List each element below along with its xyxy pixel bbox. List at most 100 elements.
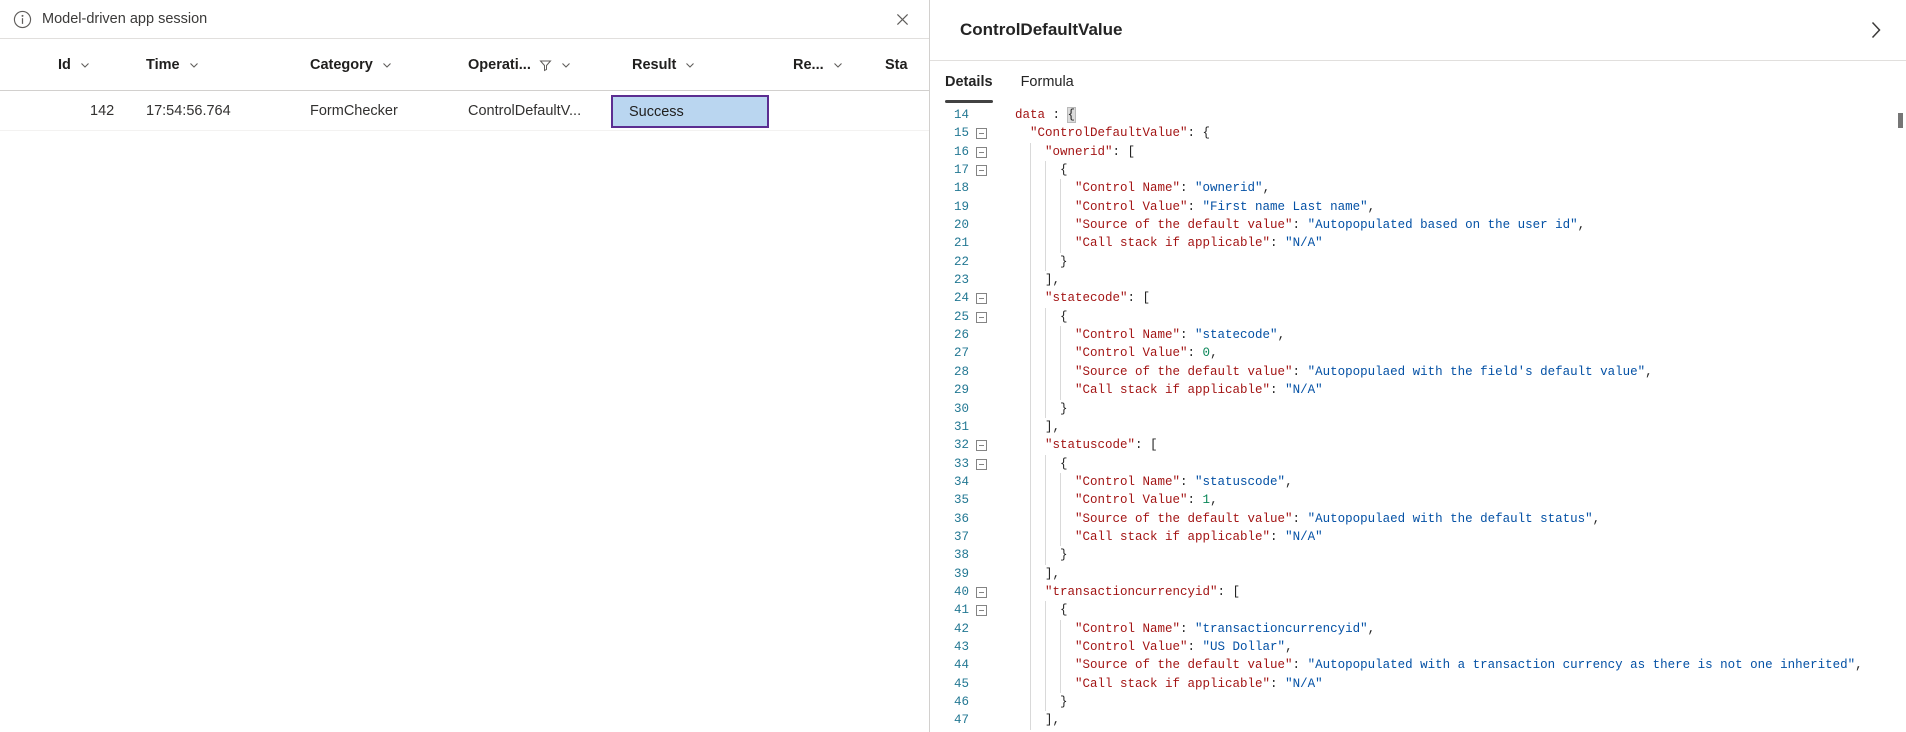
code-line: 31], — [930, 418, 1906, 436]
column-header-result[interactable]: Result — [632, 40, 696, 90]
code-text: } — [993, 400, 1068, 418]
line-number: 35 — [930, 491, 969, 509]
detail-tabs: Details Formula — [930, 61, 1906, 103]
fold-gutter — [969, 620, 993, 638]
cell-category[interactable]: FormChecker — [310, 92, 398, 130]
line-number: 23 — [930, 271, 969, 289]
code-text: "Control Value": "First name Last name", — [993, 198, 1375, 216]
code-line: 33{ — [930, 455, 1906, 473]
session-panel: Model-driven app session Id Time Categor… — [0, 0, 930, 732]
tab-label: Formula — [1021, 74, 1074, 90]
code-text: "Control Value": "US Dollar", — [993, 638, 1293, 656]
fold-gutter — [969, 161, 993, 179]
line-number: 43 — [930, 638, 969, 656]
collapse-icon[interactable] — [976, 605, 987, 616]
column-header-related[interactable]: Re... — [793, 40, 844, 90]
code-text: { — [993, 601, 1068, 619]
line-number: 30 — [930, 400, 969, 418]
collapse-icon[interactable] — [976, 440, 987, 451]
chevron-right-icon[interactable] — [1864, 18, 1888, 42]
close-icon[interactable] — [891, 8, 913, 30]
code-line: 23], — [930, 271, 1906, 289]
column-label: Time — [146, 57, 180, 73]
code-text: "statecode": [ — [993, 289, 1150, 307]
detail-header: ControlDefaultValue — [930, 0, 1906, 61]
code-text: "statuscode": [ — [993, 436, 1158, 454]
fold-gutter — [969, 638, 993, 656]
line-number: 39 — [930, 565, 969, 583]
code-text: ], — [993, 271, 1060, 289]
fold-gutter — [969, 179, 993, 197]
cell-id[interactable]: 142 — [90, 92, 114, 130]
code-line: 42"Control Name": "transactioncurrencyid… — [930, 620, 1906, 638]
column-label: Re... — [793, 57, 824, 73]
line-number: 16 — [930, 143, 969, 161]
line-number: 27 — [930, 344, 969, 362]
line-number: 31 — [930, 418, 969, 436]
collapse-icon[interactable] — [976, 147, 987, 158]
code-text: data : { — [993, 106, 1075, 124]
chevron-down-icon — [79, 59, 91, 71]
line-number: 28 — [930, 363, 969, 381]
code-text: "Control Name": "ownerid", — [993, 179, 1270, 197]
collapse-icon[interactable] — [976, 293, 987, 304]
info-icon[interactable] — [13, 10, 32, 29]
column-header-category[interactable]: Category — [310, 40, 393, 90]
code-line: 15"ControlDefaultValue": { — [930, 124, 1906, 142]
line-number: 26 — [930, 326, 969, 344]
line-number: 38 — [930, 546, 969, 564]
line-number: 40 — [930, 583, 969, 601]
cell-operation[interactable]: ControlDefaultV... — [468, 92, 581, 130]
code-text: "Call stack if applicable": "N/A" — [993, 381, 1323, 399]
fold-gutter — [969, 381, 993, 399]
code-text: ], — [993, 711, 1060, 729]
code-text: "Source of the default value": "Autopopu… — [993, 510, 1600, 528]
tab-details[interactable]: Details — [945, 61, 993, 103]
collapse-icon[interactable] — [976, 165, 987, 176]
line-number: 17 — [930, 161, 969, 179]
code-line: 46} — [930, 693, 1906, 711]
code-line: 39], — [930, 565, 1906, 583]
fold-gutter — [969, 106, 993, 124]
line-number: 22 — [930, 253, 969, 271]
column-header-operation[interactable]: Operati... — [468, 40, 572, 90]
line-number: 18 — [930, 179, 969, 197]
chevron-down-icon — [381, 59, 393, 71]
column-header-time[interactable]: Time — [146, 40, 200, 90]
collapse-icon[interactable] — [976, 459, 987, 470]
table-row[interactable]: 142 17:54:56.764 FormChecker ControlDefa… — [0, 92, 929, 131]
collapse-icon[interactable] — [976, 128, 987, 139]
fold-gutter — [969, 234, 993, 252]
code-text: "Call stack if applicable": "N/A" — [993, 675, 1323, 693]
cell-result-selected[interactable]: Success — [611, 95, 769, 128]
column-label: Sta — [885, 57, 908, 73]
collapse-icon[interactable] — [976, 312, 987, 323]
code-line: 34"Control Name": "statuscode", — [930, 473, 1906, 491]
tab-formula[interactable]: Formula — [1021, 61, 1074, 103]
fold-gutter — [969, 473, 993, 491]
line-number: 14 — [930, 106, 969, 124]
code-text: "Control Name": "statecode", — [993, 326, 1285, 344]
code-lines: 14data : {15"ControlDefaultValue": {16"o… — [930, 106, 1906, 730]
cell-time[interactable]: 17:54:56.764 — [146, 92, 231, 130]
code-text: "ControlDefaultValue": { — [993, 124, 1210, 142]
code-editor[interactable]: 14data : {15"ControlDefaultValue": {16"o… — [930, 103, 1906, 732]
line-number: 20 — [930, 216, 969, 234]
code-text: { — [993, 308, 1068, 326]
code-line: 29"Call stack if applicable": "N/A" — [930, 381, 1906, 399]
code-text: "Call stack if applicable": "N/A" — [993, 528, 1323, 546]
line-number: 33 — [930, 455, 969, 473]
column-header-id[interactable]: Id — [58, 40, 91, 90]
code-line: 20"Source of the default value": "Autopo… — [930, 216, 1906, 234]
code-text: ], — [993, 565, 1060, 583]
code-text: "Control Value": 0, — [993, 344, 1218, 362]
column-header-state[interactable]: Sta — [885, 40, 908, 90]
fold-gutter — [969, 363, 993, 381]
scrollbar-thumb[interactable] — [1898, 113, 1903, 128]
line-number: 19 — [930, 198, 969, 216]
collapse-icon[interactable] — [976, 587, 987, 598]
fold-gutter — [969, 271, 993, 289]
code-line: 44"Source of the default value": "Autopo… — [930, 656, 1906, 674]
code-text: "Control Name": "statuscode", — [993, 473, 1293, 491]
code-line: 17{ — [930, 161, 1906, 179]
